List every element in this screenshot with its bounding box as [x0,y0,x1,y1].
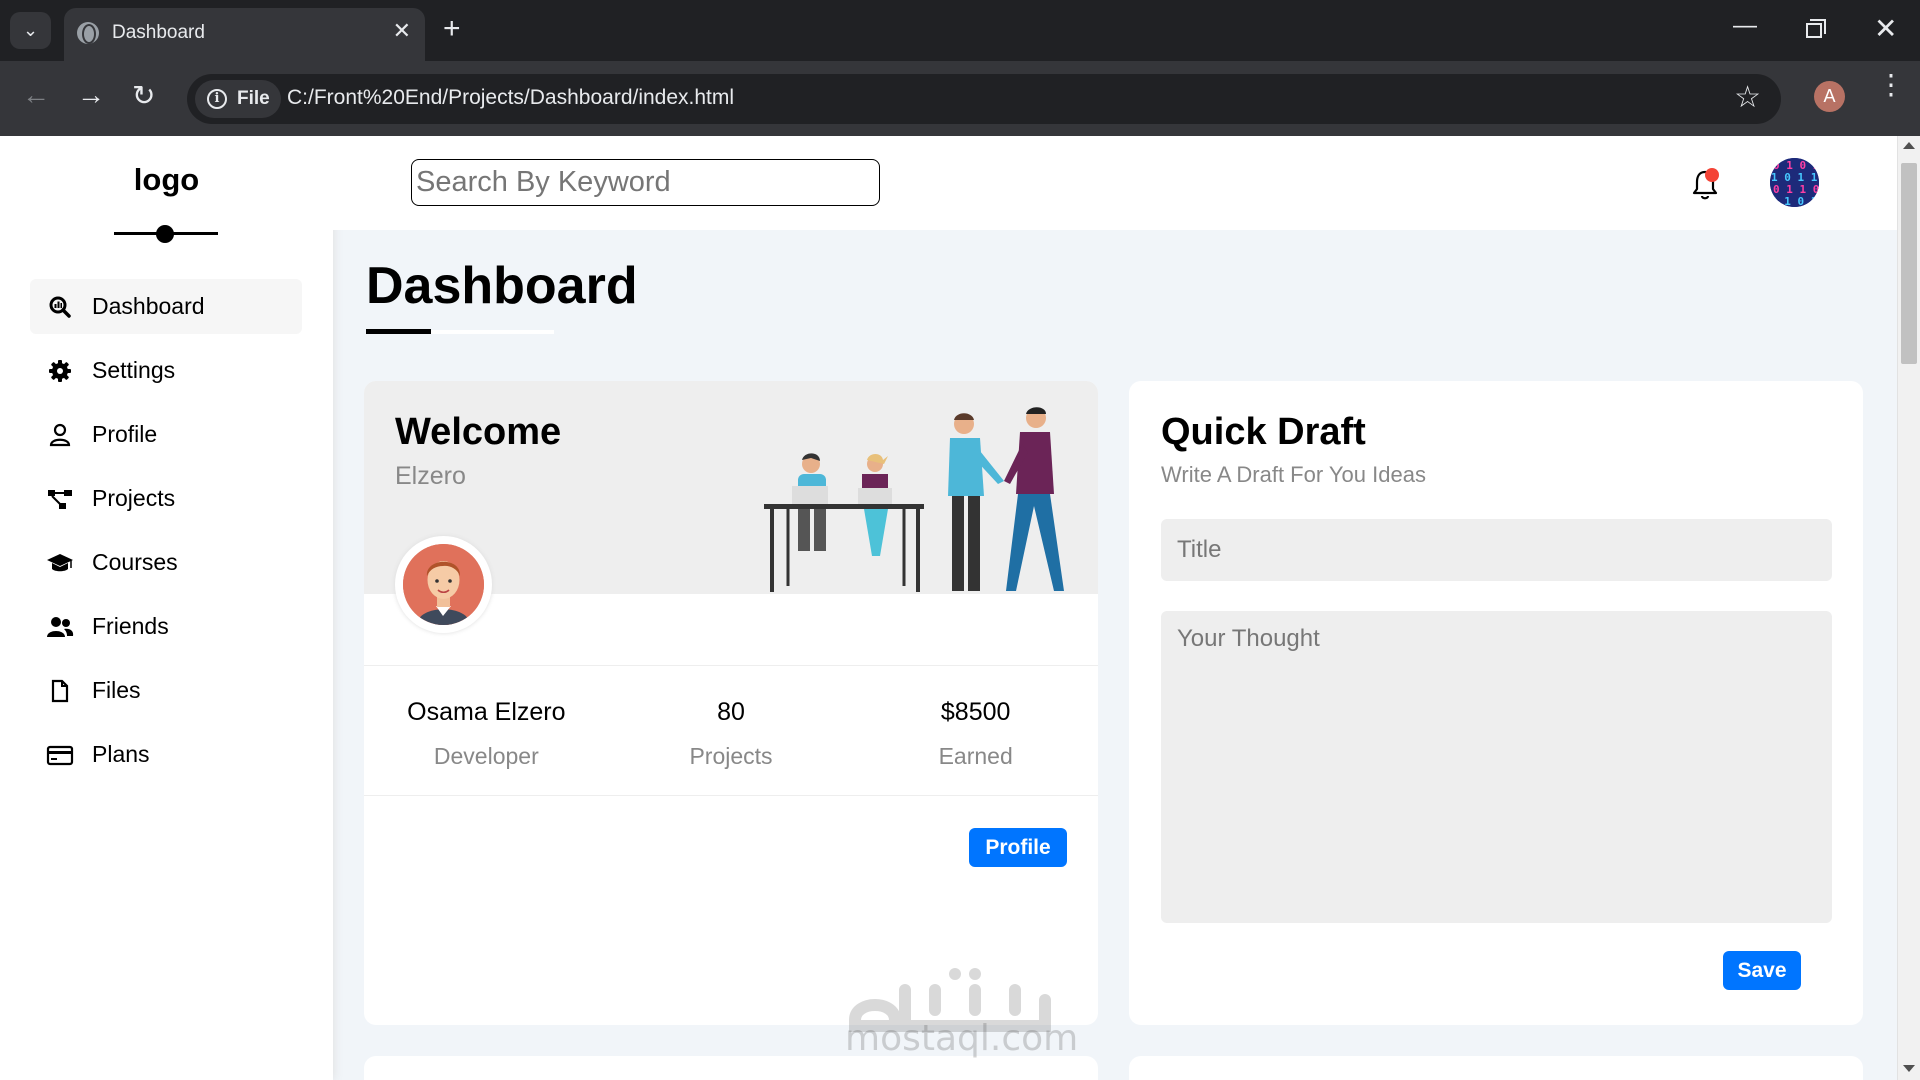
minimize-button[interactable]: — [1733,12,1757,40]
forward-button[interactable]: → [77,79,105,111]
sidebar-item-label: Friends [92,613,169,639]
search-input[interactable] [411,159,880,206]
stat-earned: $8500 Earned [853,666,1098,795]
quick-draft-title: Quick Draft [1161,411,1366,453]
sidebar-item-label: Plans [92,741,150,767]
browser-tab-bar: ⌄ Dashboard ✕ + — ✕ [0,0,1920,61]
logo-divider-dot [156,225,174,243]
watermark-text: mostaql.com [845,1018,1079,1059]
welcome-avatar [395,536,492,633]
stat-label: Projects [689,743,773,769]
user-icon [46,421,74,449]
sidebar-item-files[interactable]: Files [30,663,302,718]
sidebar-item-projects[interactable]: Projects [30,471,302,526]
chart-search-icon [46,293,74,321]
users-icon [46,613,74,641]
sidebar-item-label: Settings [92,357,176,383]
sidebar-item-courses[interactable]: Courses [30,535,302,590]
sidebar-item-dashboard[interactable]: Dashboard [30,279,302,334]
quick-draft-card: Quick Draft Write A Draft For You Ideas … [1129,381,1863,1025]
url-text[interactable]: C:/Front%20End/Projects/Dashboard/index.… [287,86,734,110]
site-info-chip[interactable]: i File [195,80,281,118]
graduation-cap-icon [46,549,74,577]
diagram-icon [46,485,74,513]
stat-label: Developer [433,743,539,769]
tab-close-icon[interactable]: ✕ [393,18,411,44]
page-viewport: logo Dashboard Settings Profile Projects… [0,136,1897,1080]
tab-list-button[interactable]: ⌄ [10,12,51,49]
save-button[interactable]: Save [1723,951,1801,990]
welcome-title: Welcome [395,411,562,453]
welcome-banner: Welcome Elzero [364,381,1098,633]
sidebar-nav: Dashboard Settings Profile Projects Cour… [30,279,302,791]
stat-value: 80 [717,698,745,726]
welcome-subtitle: Elzero [395,462,466,490]
sidebar-item-label: Projects [92,485,176,511]
restore-button[interactable] [1806,19,1826,38]
back-button[interactable]: ← [22,79,50,111]
sidebar-item-settings[interactable]: Settings [30,343,302,398]
welcome-stats: Osama Elzero Developer 80 Projects $8500… [364,665,1098,796]
stat-value: Osama Elzero [407,698,566,726]
quick-draft-subtitle: Write A Draft For You Ideas [1161,462,1426,487]
sidebar-item-profile[interactable]: Profile [30,407,302,462]
sidebar-item-plans[interactable]: Plans [30,727,302,782]
gear-icon [46,357,74,385]
notification-badge [1705,168,1719,182]
svg-text:1 1 0 1: 1 1 0 1 [1771,195,1818,207]
welcome-card: Welcome Elzero Osama Elzero Developer 80… [364,381,1098,1025]
bookmark-star-icon[interactable]: ☆ [1734,80,1761,115]
new-tab-button[interactable]: + [443,12,461,46]
next-card-peek [1129,1056,1863,1080]
page-title: Dashboard [366,257,638,315]
sidebar: logo Dashboard Settings Profile Projects… [0,136,333,1080]
file-icon [46,677,74,705]
sidebar-item-label: Profile [92,421,158,447]
credit-card-icon [46,741,74,769]
avatar[interactable]: 0 1 0 1 1 0 1 1 0 1 1 0 1 1 0 1 [1770,158,1819,207]
tab-title: Dashboard [112,22,205,43]
info-icon: i [207,89,227,109]
sidebar-item-friends[interactable]: Friends [30,599,302,654]
scroll-up-arrow[interactable] [1903,142,1915,149]
browser-toolbar: ← → ↻ i File C:/Front%20End/Projects/Das… [0,61,1920,136]
sidebar-item-label: Dashboard [92,293,205,319]
sidebar-item-label: Files [92,677,141,703]
draft-thought-textarea[interactable] [1161,611,1832,923]
stat-projects: 80 Projects [609,666,854,795]
logo: logo [133,162,200,197]
stat-value: $8500 [940,698,1011,726]
address-bar[interactable]: i File C:/Front%20End/Projects/Dashboard… [187,74,1781,124]
reload-button[interactable]: ↻ [132,79,155,112]
sidebar-item-label: Courses [92,549,178,575]
browser-menu-icon[interactable]: ⋮ [1877,71,1905,99]
scrollbar-thumb[interactable] [1901,163,1917,364]
stat-name: Osama Elzero Developer [364,666,609,795]
browser-tab[interactable]: Dashboard ✕ [64,8,425,61]
browser-profile-avatar[interactable]: A [1814,81,1845,112]
file-chip-label: File [237,88,270,109]
top-header: 0 1 0 1 1 0 1 1 0 1 1 0 1 1 0 1 [333,136,1897,230]
stat-label: Earned [938,743,1013,769]
scroll-down-arrow[interactable] [1903,1065,1915,1072]
globe-icon [77,22,99,44]
profile-button[interactable]: Profile [969,828,1067,867]
page-scrollbar[interactable] [1897,136,1920,1080]
team-illustration [764,407,1064,592]
close-window-button[interactable]: ✕ [1874,12,1897,45]
draft-title-input[interactable] [1161,519,1832,581]
title-underline-accent [366,329,431,334]
